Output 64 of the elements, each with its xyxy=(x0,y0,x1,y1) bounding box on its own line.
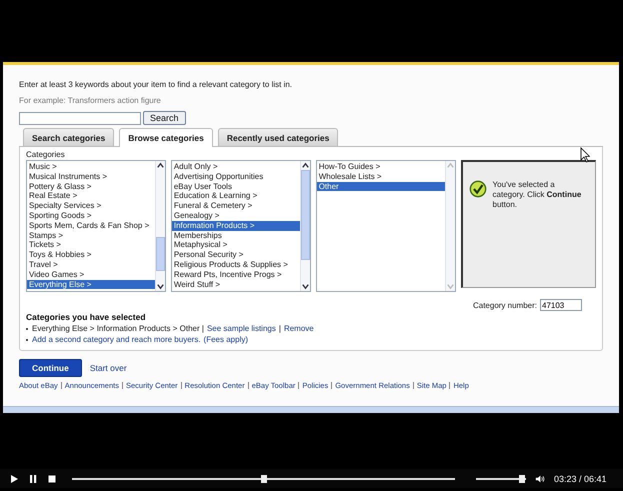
category-item[interactable]: Tickets > xyxy=(27,240,155,250)
confirmation-text: You've selected a category. Click Continue button. xyxy=(492,180,582,210)
search-field[interactable] xyxy=(19,112,141,124)
scrollbar[interactable] xyxy=(154,161,165,291)
category-item[interactable]: Personal Security > xyxy=(172,250,300,260)
scroll-up-icon[interactable] xyxy=(300,161,310,170)
selected-heading: Categories you have selected xyxy=(26,312,147,322)
category-item[interactable]: Weird Stuff > xyxy=(172,280,300,290)
tab[interactable]: Browse categories xyxy=(119,128,213,147)
search-button[interactable]: Search xyxy=(143,111,186,125)
category-item[interactable]: Sporting Goods > xyxy=(27,210,155,221)
category-item[interactable]: How-To Guides > xyxy=(316,162,445,172)
category-item[interactable]: Memberships xyxy=(172,230,300,240)
playback-time: 03:23 / 06:41 xyxy=(554,474,607,484)
scroll-up-icon[interactable] xyxy=(156,161,165,170)
category-item[interactable]: Pottery & Glass > xyxy=(27,182,155,192)
scroll-down-icon[interactable] xyxy=(300,282,310,291)
category-item[interactable]: Adult Only > xyxy=(172,162,300,172)
link[interactable]: See sample listings xyxy=(206,324,276,333)
category-item[interactable]: Metaphysical > xyxy=(172,240,300,250)
category-item[interactable]: Specialty Services > xyxy=(27,201,155,211)
pause-icon[interactable] xyxy=(28,474,38,484)
categories-label: Categories xyxy=(26,150,65,159)
category-item[interactable]: Education & Learning > xyxy=(172,191,300,202)
scroll-thumb[interactable] xyxy=(300,170,310,260)
category-item[interactable]: Travel > xyxy=(27,260,155,270)
stop-icon[interactable] xyxy=(47,474,57,484)
category-item[interactable]: Video Games > xyxy=(27,270,155,280)
category-item[interactable]: Reward Pts, Incentive Progs > xyxy=(172,270,300,280)
continue-button[interactable]: Continue xyxy=(19,359,82,377)
scroll-down-icon[interactable] xyxy=(156,282,165,291)
category-item[interactable]: Information Products > xyxy=(172,220,300,231)
speaker-icon[interactable] xyxy=(535,474,545,484)
category-item[interactable]: Advertising Opportunities xyxy=(172,172,300,182)
category-number-field[interactable]: 47103 xyxy=(540,299,582,311)
category-item[interactable]: Everything Else > xyxy=(27,280,155,290)
link[interactable]: Remove xyxy=(284,324,314,333)
category-path-text: Everything Else > Information Products > Other | xyxy=(32,324,204,333)
play-icon[interactable] xyxy=(9,474,19,484)
category-item[interactable]: eBay User Tools xyxy=(172,182,300,192)
example-text: For example: Transformers action figure xyxy=(19,96,162,105)
link[interactable]: Add a second category and reach more buyers. xyxy=(32,335,201,344)
scroll-thumb[interactable] xyxy=(156,237,165,271)
horizontal-scrollbar[interactable] xyxy=(3,406,619,413)
category-item[interactable]: Genealogy > xyxy=(172,210,300,221)
category-item[interactable]: Funeral & Cemetery > xyxy=(172,201,300,211)
start-over-link[interactable]: Start over xyxy=(90,363,127,373)
category-item[interactable]: Toys & Hobbies > xyxy=(27,250,155,260)
category-path-text: | xyxy=(278,324,281,333)
checkmark-icon xyxy=(468,180,487,198)
category-item[interactable]: Music > xyxy=(27,162,155,172)
category-item[interactable]: Religious Products & Supplies > xyxy=(172,260,300,270)
tab[interactable]: Search categories xyxy=(23,128,114,146)
category-item[interactable]: Wholesale Lists > xyxy=(316,172,445,182)
link[interactable]: (Fees apply) xyxy=(204,335,248,344)
category-item[interactable]: Real Estate > xyxy=(27,191,155,202)
scrollbar[interactable] xyxy=(300,161,310,291)
category-number-label: Category number: xyxy=(472,300,537,310)
instructions-text: Enter at least 3 keywords about your item to find a relevant category to list in. xyxy=(19,80,294,89)
category-item[interactable]: Musical Instruments > xyxy=(27,172,155,182)
category-item[interactable]: Other xyxy=(316,182,445,192)
tab[interactable]: Recently used categories xyxy=(218,128,338,146)
category-item[interactable]: Stamps > xyxy=(27,230,155,240)
category-item[interactable]: Sports Mem, Cards & Fan Shop > xyxy=(27,220,155,231)
